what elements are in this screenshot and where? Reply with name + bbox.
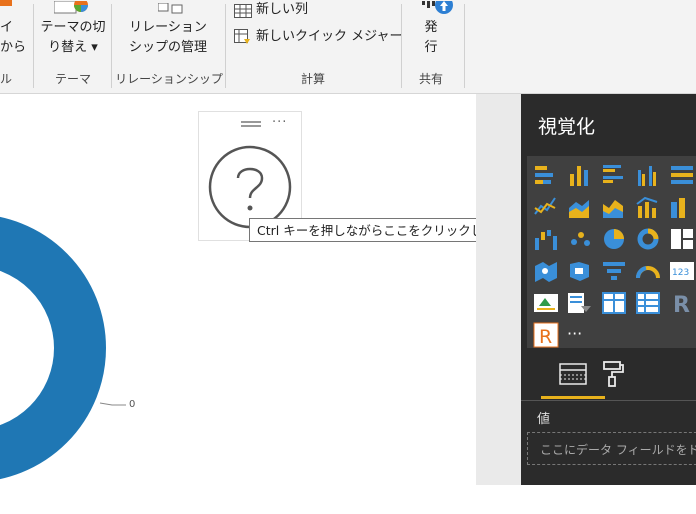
publish-button-line2[interactable]: 行 [402,38,460,58]
value-well-label: 値 [537,412,551,427]
svg-text:123: 123 [672,268,689,278]
r-visual-icon[interactable]: R [669,290,695,318]
svg-text:R: R [673,293,690,316]
filled-map-icon[interactable] [567,258,593,284]
new-column-button[interactable]: 新しい列 [232,0,392,20]
paint-roller-icon [603,361,624,387]
group-label-theme: テーマ [54,72,91,86]
canvas-gutter [476,94,521,485]
ribbon-group-relationship: リレーション シップの管理 リレーションシップ [112,0,224,93]
ribbon: イ から ル テーマの切 り替え ▾ テーマ リレーション シップの管理 リレー [0,0,696,94]
stacked-bar-chart-icon[interactable] [533,162,559,188]
table-icon [234,3,252,22]
donut-chart-icon[interactable] [635,226,661,252]
funnel-icon[interactable] [601,258,627,284]
value-drop-zone[interactable]: ここにデータ フィールドをドラ [527,432,696,465]
100-bar-chart-icon[interactable] [669,162,695,188]
donut-leader-line [99,402,126,406]
table-visual-icon[interactable] [601,290,627,316]
new-quick-measure-button[interactable]: 新しいクイック メジャー [232,27,402,49]
wells-divider [521,400,696,401]
area-chart-icon[interactable] [567,194,593,220]
new-column-label: 新しい列 [256,2,309,17]
relationship-icon [157,0,184,14]
kpi-icon[interactable] [533,290,559,316]
partial-button-line1[interactable]: イ [0,18,13,38]
field-wells-area: 値 ここにデータ フィールドをドラ [521,348,696,485]
group-label-calc: 計算 [300,72,325,86]
publish-icon [422,0,454,14]
ribbon-group-calc: 新しい列 新しいクイック メジャー 計算 [226,0,402,93]
ribbon-group-partial: イ から ル [0,0,32,93]
r-script-visual-icon[interactable]: R [533,322,559,348]
format-tab[interactable] [593,360,633,396]
treemap-icon[interactable] [669,226,695,252]
waterfall-chart-icon[interactable] [533,226,559,252]
clustered-bar-chart-icon[interactable] [601,162,627,188]
manage-relationships-button-line2[interactable]: シップの管理 [118,38,218,58]
ribbon-group-theme: テーマの切 り替え ▾ テーマ [34,0,110,93]
ribbon-chart-icon[interactable] [669,194,695,220]
donut-ring [0,216,106,480]
theme-switch-button[interactable]: テーマの切 [38,18,108,38]
new-quick-measure-label: 新しいクイック メジャー [256,29,403,44]
ribbon-group-share: 発 行 共有 [402,0,464,93]
ribbon-separator [464,4,465,88]
partial-icon [0,0,12,6]
map-icon[interactable] [533,258,559,284]
more-visuals-icon[interactable]: ··· [567,324,593,350]
publish-button[interactable]: 発 [402,18,460,38]
visualizations-title: 視覚化 [538,116,596,138]
gauge-icon[interactable] [635,258,661,284]
funnel-scatter-icon[interactable] [567,226,593,252]
value-drop-placeholder: ここにデータ フィールドをドラ [540,443,696,457]
partial-button-line2[interactable]: から [0,38,26,58]
fields-icon [559,363,587,385]
calculator-icon [234,29,252,49]
group-label-relationship: リレーションシップ [115,72,223,86]
theme-icon [53,0,90,14]
pie-chart-icon[interactable] [601,226,627,252]
line-column-chart-icon[interactable] [635,194,661,220]
stacked-area-chart-icon[interactable] [601,194,627,220]
donut-data-label: 0 [129,399,136,410]
card-icon[interactable]: 123 [669,258,695,284]
visualizations-pane: 視覚化 123 R R ··· 値 ここにデータ フィールドをドラ [521,94,696,485]
line-chart-icon[interactable] [533,194,559,220]
manage-relationships-button[interactable]: リレーション [118,18,218,38]
more-options-icon[interactable]: ··· [272,115,287,130]
theme-switch-button-line2[interactable]: り替え ▾ [38,38,108,58]
donut-chart[interactable] [0,214,150,514]
svg-text:R: R [539,326,552,348]
matrix-icon[interactable] [635,290,661,316]
clustered-column-chart-icon[interactable] [635,162,661,188]
group-label-share: 共有 [418,72,443,86]
group-label-partial: ル [0,72,13,86]
stacked-column-chart-icon[interactable] [567,162,593,188]
drag-handle-icon[interactable] [241,121,261,127]
slicer-icon[interactable] [567,290,593,316]
